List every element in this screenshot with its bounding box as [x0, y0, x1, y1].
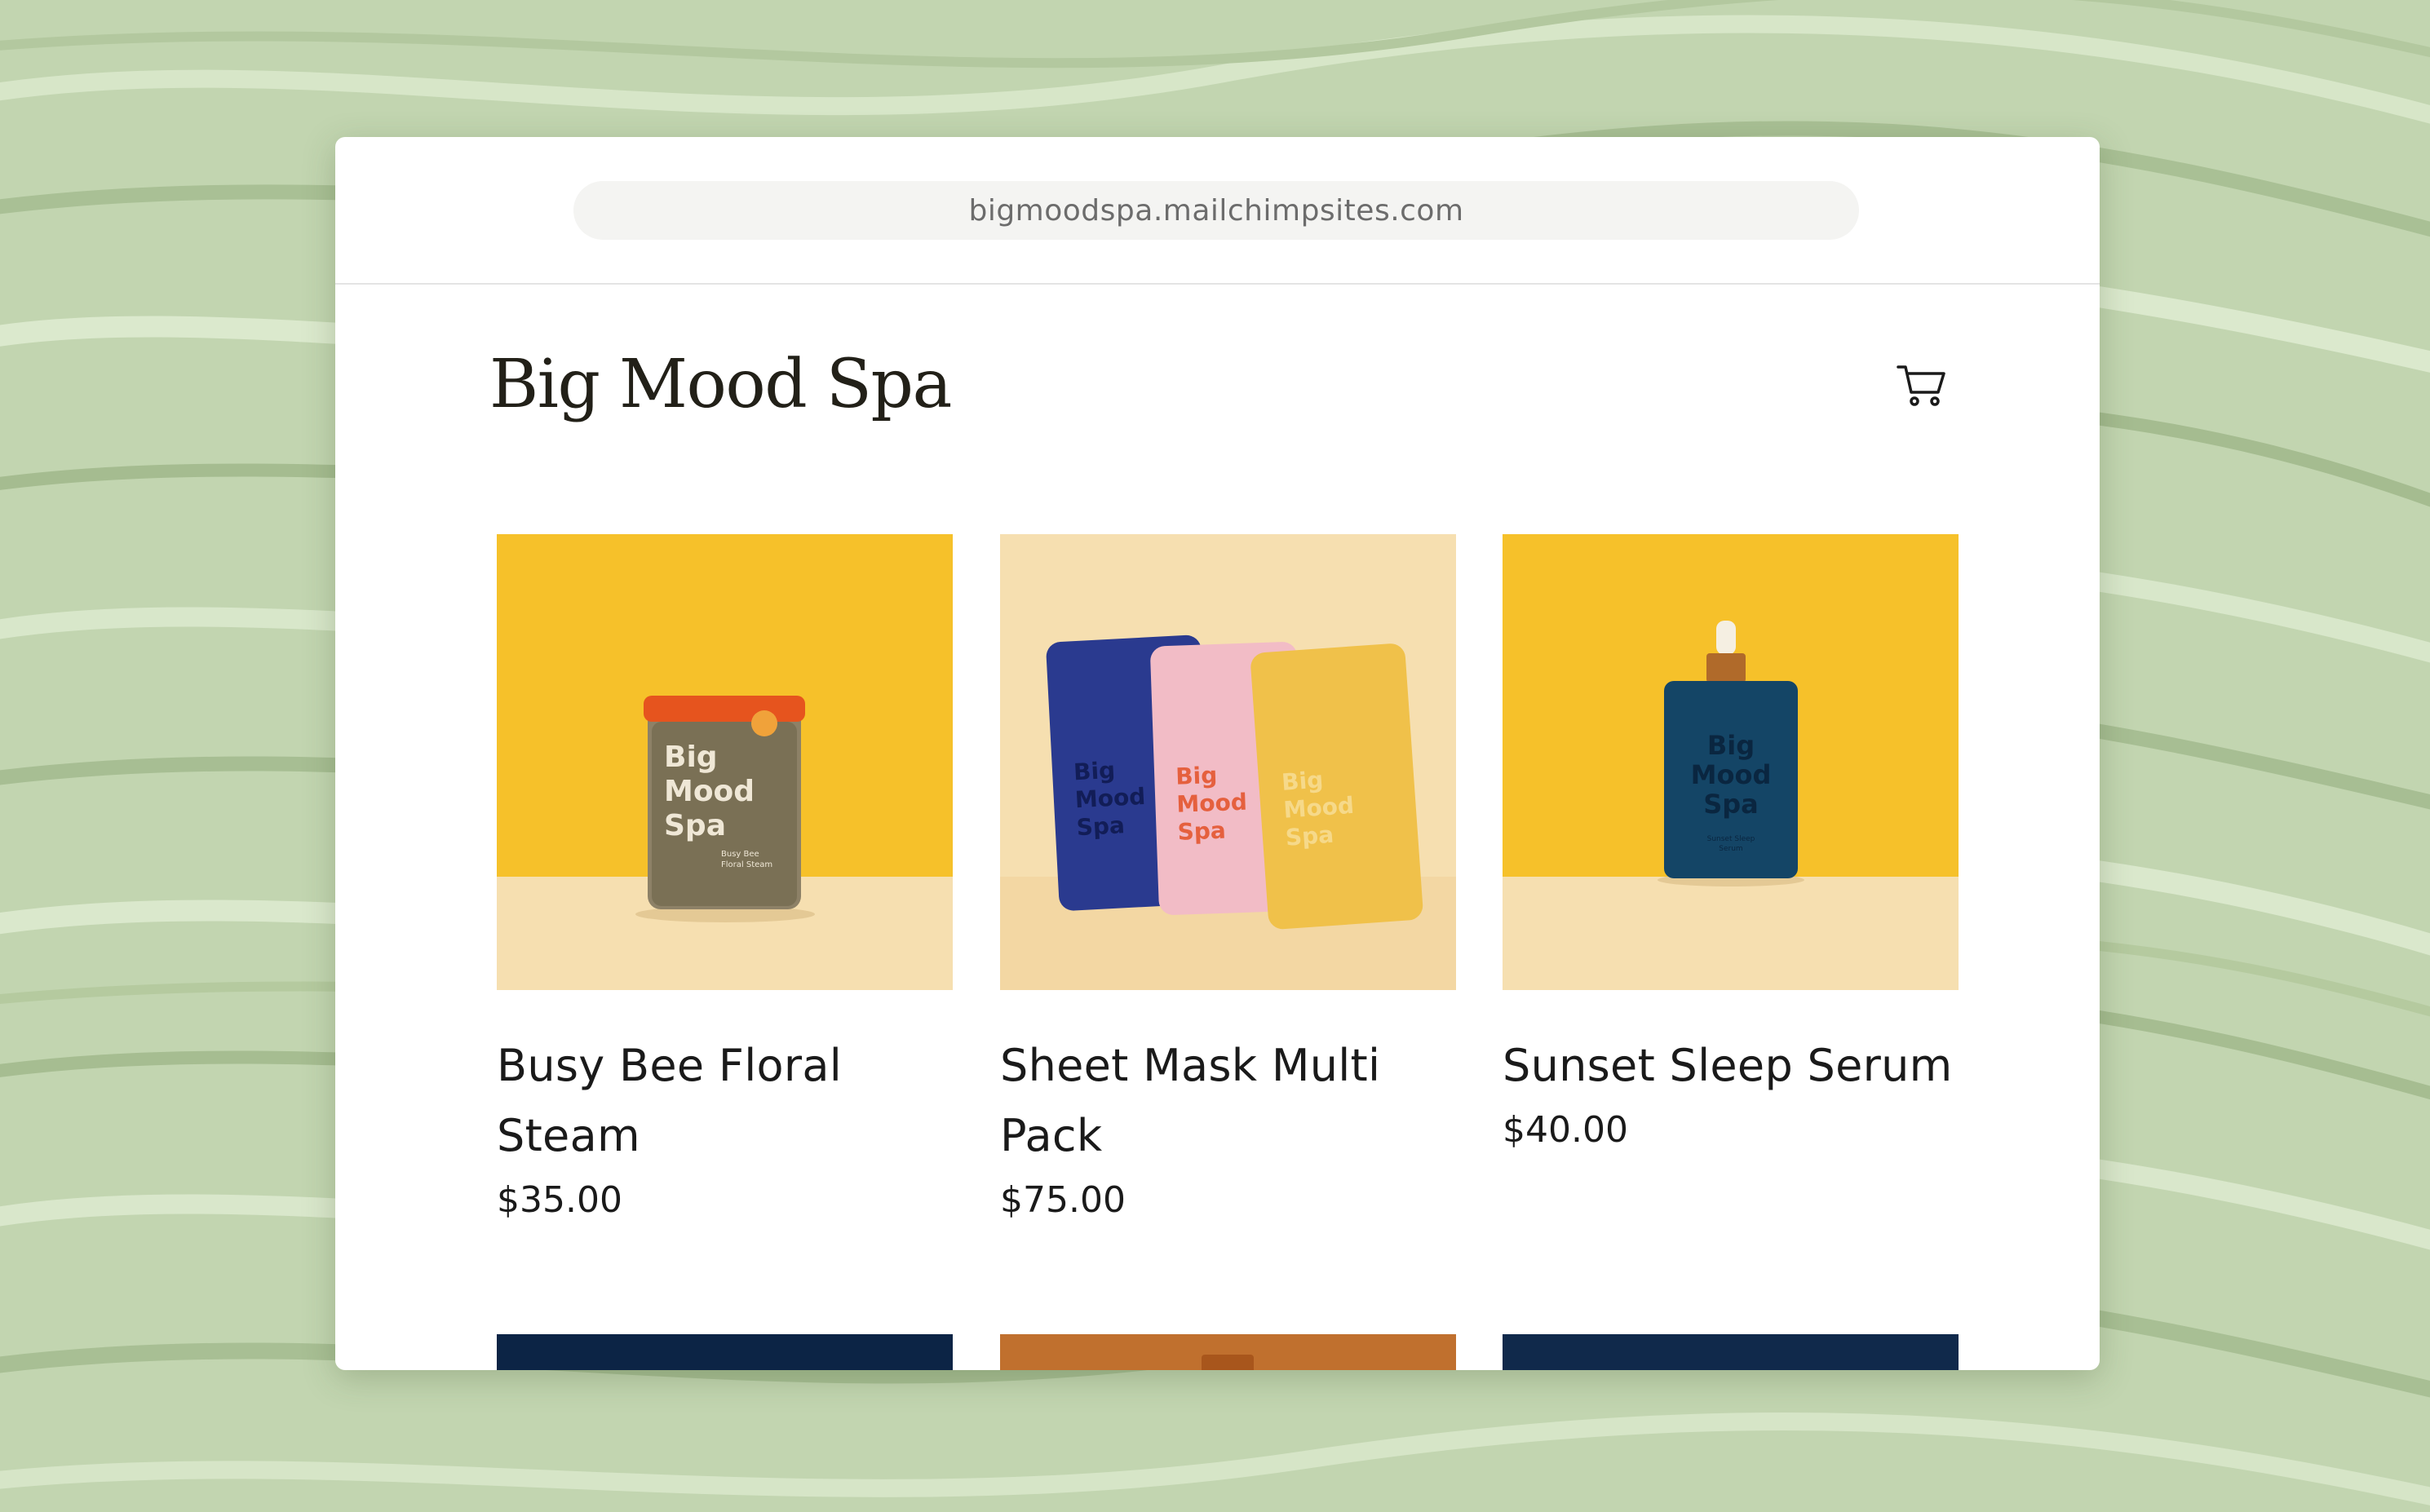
product-card-row2-2[interactable]	[1000, 1334, 1456, 1370]
jar-small-label-1: Busy Bee	[721, 850, 759, 859]
bottle-small-label-2: Serum	[1719, 845, 1742, 853]
product-image-sheet-mask-multi-pack[interactable]: Big Mood Spa Big Mood Spa Big Mood Spa	[1000, 534, 1456, 990]
site-title[interactable]: Big Mood Spa	[489, 346, 952, 423]
pouch-pink-label-2: Mood	[1176, 789, 1247, 818]
product-image-sunset-sleep-serum[interactable]: Big Mood Spa Sunset Sleep Serum	[1503, 534, 1959, 990]
product-image-busy-bee-floral-steam[interactable]: Big Mood Spa Busy Bee Floral Steam	[497, 534, 953, 990]
product-card-row2-1[interactable]	[497, 1334, 953, 1370]
product-name[interactable]: Sunset Sleep Serum	[1503, 1031, 1959, 1101]
pouch-pink-label-1: Big	[1175, 762, 1218, 790]
jar-label-line-1: Big	[664, 741, 718, 774]
browser-window: bigmoodspa.mailchimpsites.com Big Mood S…	[335, 137, 2100, 1370]
product-card-busy-bee-floral-steam[interactable]: Big Mood Spa Busy Bee Floral Steam Busy …	[497, 534, 953, 1221]
bottle-label-line-2: Mood	[1691, 759, 1772, 790]
pouch-yellow-label-1: Big	[1281, 766, 1324, 795]
browser-toolbar: bigmoodspa.mailchimpsites.com	[335, 137, 2100, 285]
pouch-blue-label-2: Mood	[1074, 783, 1146, 813]
pouch-pink-label-3: Spa	[1177, 817, 1226, 846]
pouch-yellow-label-3: Spa	[1285, 821, 1335, 851]
product-name[interactable]: Sheet Mask Multi Pack	[1000, 1031, 1456, 1171]
jar-small-label-2: Floral Steam	[721, 860, 772, 869]
product-price: $75.00	[1000, 1179, 1126, 1221]
bottle-cap-shape	[1202, 1355, 1254, 1370]
url-text: bigmoodspa.mailchimpsites.com	[968, 193, 1464, 228]
bottle-label-line-3: Spa	[1703, 789, 1759, 820]
product-price: $40.00	[1503, 1109, 1628, 1151]
cart-button[interactable]	[1897, 363, 1947, 409]
product-card-row2-3[interactable]	[1503, 1334, 1959, 1370]
jar-label-line-3: Spa	[664, 809, 726, 842]
product-name[interactable]: Busy Bee Floral Steam	[497, 1031, 953, 1171]
bottle-label-line-1: Big	[1707, 730, 1755, 761]
bottle-small-label-1: Sunset Sleep	[1707, 835, 1755, 843]
cart-icon	[1897, 365, 1945, 406]
product-card-sheet-mask-multi-pack[interactable]: Big Mood Spa Big Mood Spa Big Mood Spa S…	[1000, 534, 1456, 1221]
address-bar[interactable]: bigmoodspa.mailchimpsites.com	[573, 181, 1859, 240]
pouch-blue-label-3: Spa	[1076, 811, 1126, 841]
product-card-sunset-sleep-serum[interactable]: Big Mood Spa Sunset Sleep Serum Sunset S…	[1503, 534, 1959, 1151]
jar-label-line-2: Mood	[664, 775, 755, 808]
pouch-yellow-label-2: Mood	[1282, 792, 1354, 824]
product-price: $35.00	[497, 1179, 622, 1221]
pouch-blue-label-1: Big	[1073, 757, 1116, 786]
